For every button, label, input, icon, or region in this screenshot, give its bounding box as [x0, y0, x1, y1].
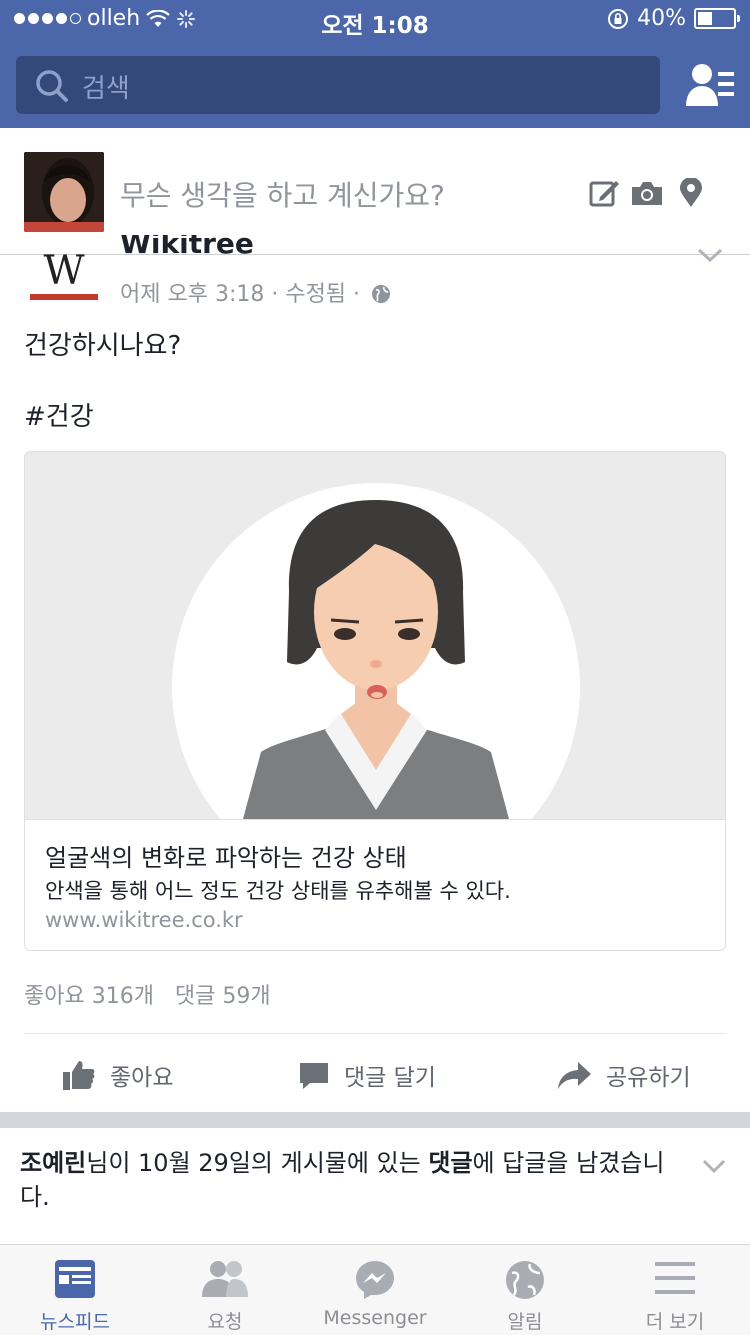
- messenger-icon: [356, 1261, 394, 1299]
- share-icon: [558, 1062, 591, 1089]
- thumbs-up-icon: [63, 1061, 95, 1090]
- battery-percent: 40%: [637, 6, 686, 31]
- friend-requests-icon[interactable]: [684, 62, 736, 108]
- status-bar: olleh 오전 1:08 40%: [0, 0, 750, 40]
- post-timestamp: 어제 오후 3:18 · 수정됨 ·: [120, 282, 361, 307]
- battery-icon: [694, 8, 740, 29]
- comment-icon: [300, 1063, 328, 1089]
- comment-label: 댓글 달기: [344, 1065, 436, 1091]
- tab-requests[interactable]: 요청: [150, 1245, 300, 1335]
- divider: [24, 1033, 726, 1034]
- feed-separator: [0, 1112, 750, 1128]
- location-icon[interactable]: [676, 178, 706, 208]
- search-bar[interactable]: 검색: [16, 56, 660, 114]
- top-bar: olleh 오전 1:08 40% 검색: [0, 0, 750, 128]
- link-description: 안색을 통해 어느 정도 건강 상태를 유추해볼 수 있다.: [45, 879, 511, 903]
- status-composer[interactable]: 무슨 생각을 하고 계신가요?: [0, 128, 750, 255]
- share-label: 공유하기: [606, 1065, 691, 1091]
- tab-notifications[interactable]: 알림: [450, 1245, 600, 1335]
- link-domain: www.wikitree.co.kr: [45, 908, 243, 932]
- reaction-counts[interactable]: 좋아요 316개 댓글 59개: [24, 978, 271, 1010]
- notification-story[interactable]: 조예린님이 10월 29일의 게시물에 있는 댓글에 답글을 남겼습니다.: [20, 1146, 680, 1214]
- post-text-line: 건강하시나요?: [24, 331, 182, 361]
- edit-icon[interactable]: [588, 178, 622, 208]
- comment-button[interactable]: 댓글 달기: [298, 1050, 436, 1100]
- chevron-down-icon[interactable]: [702, 1158, 726, 1174]
- chevron-down-icon[interactable]: [696, 246, 724, 266]
- share-button[interactable]: 공유하기: [556, 1050, 691, 1100]
- tab-bar: 뉴스피드 요청 Messenger 알림 더 보기: [0, 1244, 750, 1335]
- page-logo: W: [30, 250, 98, 300]
- friends-icon: [202, 1261, 248, 1297]
- news-feed-icon: [55, 1260, 95, 1298]
- globe-icon: [506, 1261, 544, 1299]
- link-title: 얼굴색의 변화로 파악하는 건강 상태: [45, 844, 407, 872]
- tab-more[interactable]: 더 보기: [600, 1245, 750, 1335]
- camera-icon[interactable]: [630, 178, 664, 208]
- avatar: [24, 152, 104, 232]
- post-author[interactable]: Wikitree: [120, 235, 254, 259]
- orientation-lock-icon: [608, 8, 629, 29]
- link-preview-image: [25, 452, 725, 820]
- post-meta: 어제 오후 3:18 · 수정됨 ·: [120, 276, 391, 308]
- globe-icon: [372, 285, 391, 303]
- tab-news-feed[interactable]: 뉴스피드: [0, 1245, 150, 1335]
- link-preview-card[interactable]: 얼굴색의 변화로 파악하는 건강 상태 안색을 통해 어느 정도 건강 상태를 …: [24, 451, 726, 951]
- like-label: 좋아요: [110, 1065, 174, 1091]
- search-placeholder: 검색: [82, 74, 130, 104]
- post-hashtag[interactable]: #건강: [24, 396, 94, 433]
- svg-text:W: W: [43, 250, 84, 294]
- composer-prompt: 무슨 생각을 하고 계신가요?: [120, 179, 445, 212]
- tab-messenger[interactable]: Messenger: [300, 1245, 450, 1335]
- notification-name[interactable]: 조예린: [20, 1149, 86, 1177]
- search-icon: [36, 70, 68, 102]
- menu-icon: [655, 1262, 695, 1294]
- like-button[interactable]: 좋아요: [62, 1050, 173, 1100]
- status-right: 40%: [607, 6, 740, 31]
- notification-highlight[interactable]: 댓글: [428, 1149, 472, 1177]
